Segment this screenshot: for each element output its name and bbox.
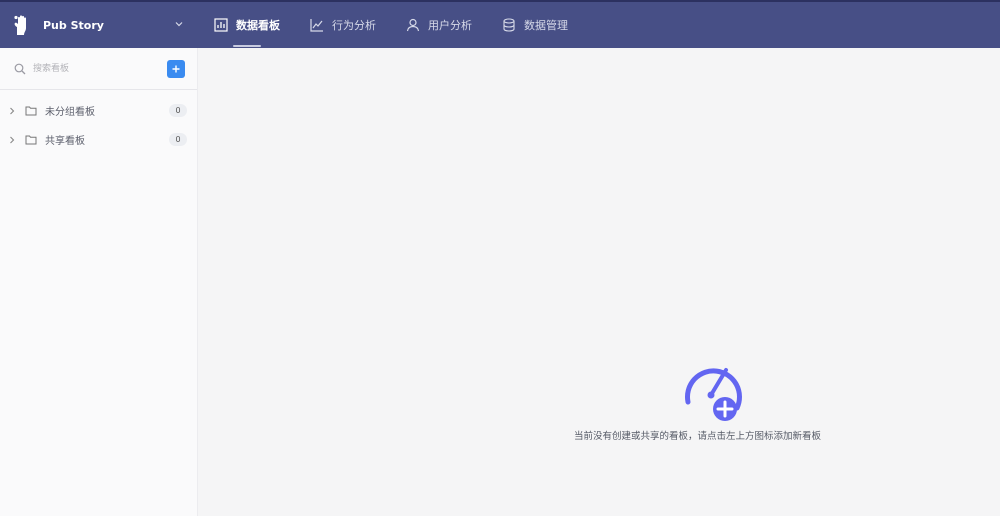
group-shared[interactable]: 共享看板 0 (0, 125, 197, 154)
nav-tab-dashboard[interactable]: 数据看板 (214, 2, 280, 48)
empty-state-message: 当前没有创建或共享的看板，请点击左上方图标添加新看板 (574, 431, 822, 442)
dashboard-add-icon (678, 364, 744, 424)
nav-tab-label: 数据看板 (236, 19, 280, 32)
nav-tab-behavior-analysis[interactable]: 行为分析 (310, 2, 376, 48)
database-icon (502, 18, 516, 32)
group-count-badge: 0 (169, 104, 187, 117)
nav-tab-label: 数据管理 (524, 19, 568, 32)
bar-chart-icon (214, 18, 228, 32)
project-name: Pub Story (43, 18, 104, 32)
add-dashboard-button[interactable] (167, 59, 185, 78)
chevron-right-icon[interactable] (8, 136, 16, 144)
nav-tab-label: 行为分析 (332, 19, 376, 32)
dashboard-sidebar: 未分组看板 0 共享看板 0 (0, 48, 198, 516)
folder-icon (25, 134, 37, 145)
nav-tab-user-analysis[interactable]: 用户分析 (406, 2, 472, 48)
group-label: 未分组看板 (45, 107, 95, 118)
dashboard-main-area (198, 48, 1000, 516)
chevron-right-icon[interactable] (8, 107, 16, 115)
user-icon (406, 18, 420, 32)
hand-logo-icon (12, 14, 32, 36)
top-navigation-bar: Pub Story 数据看板 行为分析 用户分析 数据管理 (0, 0, 1000, 48)
main-nav: 数据看板 行为分析 用户分析 数据管理 (214, 2, 598, 48)
project-switcher[interactable]: Pub Story (0, 2, 198, 48)
group-ungrouped[interactable]: 未分组看板 0 (0, 96, 197, 125)
trend-chart-icon (310, 18, 324, 32)
nav-tab-label: 用户分析 (428, 19, 472, 32)
dashboard-group-list: 未分组看板 0 共享看板 0 (0, 90, 197, 154)
sidebar-search-row (0, 48, 197, 90)
search-icon (14, 63, 26, 75)
folder-icon (25, 105, 37, 116)
plus-icon (171, 59, 181, 78)
group-label: 共享看板 (45, 136, 85, 147)
search-input[interactable] (31, 62, 155, 75)
nav-tab-data-management[interactable]: 数据管理 (502, 2, 568, 48)
chevron-down-icon[interactable] (174, 19, 184, 29)
group-count-badge: 0 (169, 133, 187, 146)
